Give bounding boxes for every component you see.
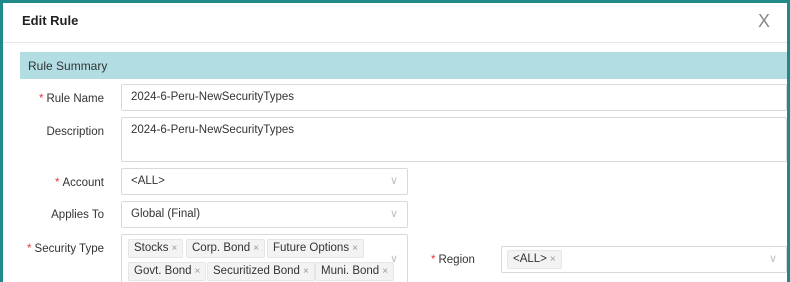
- region-label: * Region: [431, 254, 475, 266]
- edit-rule-dialog: Edit Rule X Rule Summary * Rule Name 2024…: [0, 0, 790, 282]
- region-multiselect[interactable]: <ALL> × ∨: [501, 246, 787, 273]
- security-type-label: * Security Type: [27, 243, 104, 255]
- applies-to-label: Applies To: [51, 209, 104, 221]
- dialog-title: Edit Rule: [22, 13, 79, 28]
- close-icon[interactable]: X: [755, 12, 773, 30]
- rule-summary-section[interactable]: Rule Summary: [20, 52, 787, 79]
- applies-to-select-value: Global (Final): [131, 208, 201, 220]
- required-marker: *: [27, 243, 32, 255]
- tag-remove-icon[interactable]: ×: [303, 266, 309, 277]
- tag-muni-bond: Muni. Bond ×: [315, 262, 395, 281]
- security-type-multiselect[interactable]: Stocks × Corp. Bond × Future Options × Govt…: [121, 234, 408, 282]
- account-select[interactable]: <ALL> ∨: [121, 168, 408, 195]
- tag-securitized-bond: Securitized Bond ×: [207, 262, 315, 281]
- tag-remove-icon[interactable]: ×: [253, 243, 259, 254]
- tag-corp-bond: Corp. Bond ×: [186, 239, 266, 258]
- required-marker: *: [38, 93, 44, 105]
- description-label: Description: [46, 126, 104, 138]
- tag-stocks: Stocks ×: [128, 239, 184, 258]
- required-marker: *: [54, 177, 60, 189]
- tag-remove-icon[interactable]: ×: [172, 243, 178, 254]
- tag-remove-icon[interactable]: ×: [382, 266, 388, 277]
- tag-remove-icon[interactable]: ×: [352, 243, 358, 254]
- chevron-down-icon: ∨: [389, 208, 398, 220]
- rule-name-label: * Rule Name: [38, 93, 104, 105]
- account-select-value: <ALL>: [131, 175, 165, 187]
- tag-future-options: Future Options ×: [267, 239, 364, 258]
- section-title: Rule Summary: [28, 59, 108, 73]
- rule-name-input[interactable]: 2024-6-Peru-NewSecurityTypes: [121, 84, 787, 111]
- required-marker: *: [431, 254, 436, 266]
- description-textarea[interactable]: 2024-6-Peru-NewSecurityTypes: [121, 117, 787, 162]
- chevron-down-icon: ∨: [389, 253, 398, 265]
- chevron-down-icon: ∨: [768, 253, 777, 265]
- tag-govt-bond: Govt. Bond ×: [128, 262, 207, 281]
- account-label: * Account: [54, 177, 104, 189]
- chevron-down-icon: ∨: [389, 175, 398, 187]
- tag-remove-icon[interactable]: ×: [195, 266, 201, 277]
- tag-all: <ALL> ×: [507, 250, 562, 269]
- applies-to-select[interactable]: Global (Final) ∨: [121, 201, 408, 228]
- tag-remove-icon[interactable]: ×: [550, 254, 556, 265]
- dialog-header: Edit Rule X: [3, 3, 787, 43]
